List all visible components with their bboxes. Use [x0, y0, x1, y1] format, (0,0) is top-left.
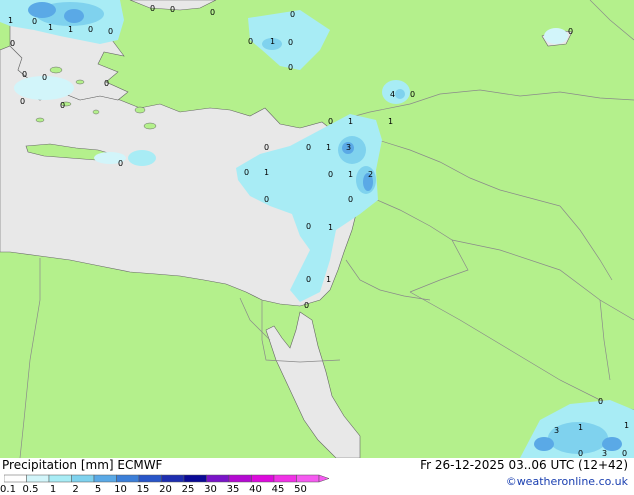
- map-label: 0: [104, 79, 109, 88]
- map-label: 3: [346, 143, 351, 152]
- product-title: Precipitation [mm] ECMWF: [2, 458, 163, 472]
- map-label: 3: [602, 449, 607, 458]
- legend-swatch: [206, 474, 230, 483]
- map-label: 1: [348, 117, 353, 126]
- map-label: 1: [264, 168, 269, 177]
- map-label: 1: [624, 421, 629, 430]
- map-footer: Precipitation [mm] ECMWF Fr 26-12-2025 0…: [0, 458, 634, 495]
- map-label: 1: [578, 423, 583, 432]
- map-label: 1: [270, 37, 275, 46]
- precipitation-legend: 0.1 0.5 1 2 5 10 15 20 25 30 35 40 45 50: [0, 473, 334, 495]
- valid-time: Fr 26-12-2025 03..06 UTC (12+42): [420, 458, 628, 472]
- legend-swatch: [228, 474, 252, 483]
- map-label: 1: [348, 170, 353, 179]
- map-label: 0: [328, 170, 333, 179]
- map-label: 0: [304, 301, 309, 310]
- map-label: 0: [248, 37, 253, 46]
- map-label: 0: [290, 10, 295, 19]
- legend-swatch: [138, 474, 162, 483]
- map-label: 0: [170, 5, 175, 14]
- map-label: 0: [20, 97, 25, 106]
- map-label: 0: [150, 4, 155, 13]
- map-label: 0: [410, 90, 415, 99]
- map-label: 0: [118, 159, 123, 168]
- map-label: 3: [554, 426, 559, 435]
- map-label: 1: [48, 23, 53, 32]
- site-credit[interactable]: ©weatheronline.co.uk: [506, 475, 628, 488]
- map-label: 0: [288, 38, 293, 47]
- map-label: 0: [60, 101, 65, 110]
- map-label: 2: [368, 170, 373, 179]
- map-label: 0: [42, 73, 47, 82]
- map-label: 0: [210, 8, 215, 17]
- map-label: 0: [32, 17, 37, 26]
- legend-swatch: [71, 474, 95, 483]
- legend-swatch: [48, 474, 72, 483]
- map-label: 1: [328, 223, 333, 232]
- legend-swatch: [161, 474, 185, 483]
- map-label: 0: [244, 168, 249, 177]
- map-label: 0: [568, 27, 573, 36]
- map-label: 0: [10, 39, 15, 48]
- precipitation-map: 1 0 1 1 0 0 0 0 0 0 0 1 0 0 0 0 0 0 0 0 …: [0, 0, 634, 458]
- legend-swatch: [26, 474, 50, 483]
- map-label: 1: [8, 16, 13, 25]
- map-label: 0: [306, 275, 311, 284]
- map-label: 0: [306, 222, 311, 231]
- map-label: 1: [388, 117, 393, 126]
- map-label: 0: [348, 195, 353, 204]
- legend-swatch: [296, 474, 320, 483]
- map-label: 0: [598, 397, 603, 406]
- map-label: 0: [306, 143, 311, 152]
- legend-swatch: [3, 474, 27, 483]
- map-label: 4: [390, 90, 395, 99]
- map-label: 0: [578, 449, 583, 458]
- map-label: 1: [68, 25, 73, 34]
- legend-swatch: [183, 474, 207, 483]
- map-label: 0: [108, 27, 113, 36]
- map-label: 0: [264, 143, 269, 152]
- map-label: 0: [88, 25, 93, 34]
- map-label: 1: [326, 275, 331, 284]
- legend-swatch: [116, 474, 140, 483]
- weather-map-page: 1 0 1 1 0 0 0 0 0 0 0 1 0 0 0 0 0 0 0 0 …: [0, 0, 634, 495]
- legend-arrow: [318, 474, 330, 483]
- map-label: 0: [264, 195, 269, 204]
- legend-swatch: [251, 474, 275, 483]
- map-label: 0: [622, 449, 627, 458]
- legend-swatch: [93, 474, 117, 483]
- map-label: 0: [288, 63, 293, 72]
- legend-swatch: [273, 474, 297, 483]
- map-label: 0: [328, 117, 333, 126]
- map-label: 0: [22, 70, 27, 79]
- map-label: 1: [326, 143, 331, 152]
